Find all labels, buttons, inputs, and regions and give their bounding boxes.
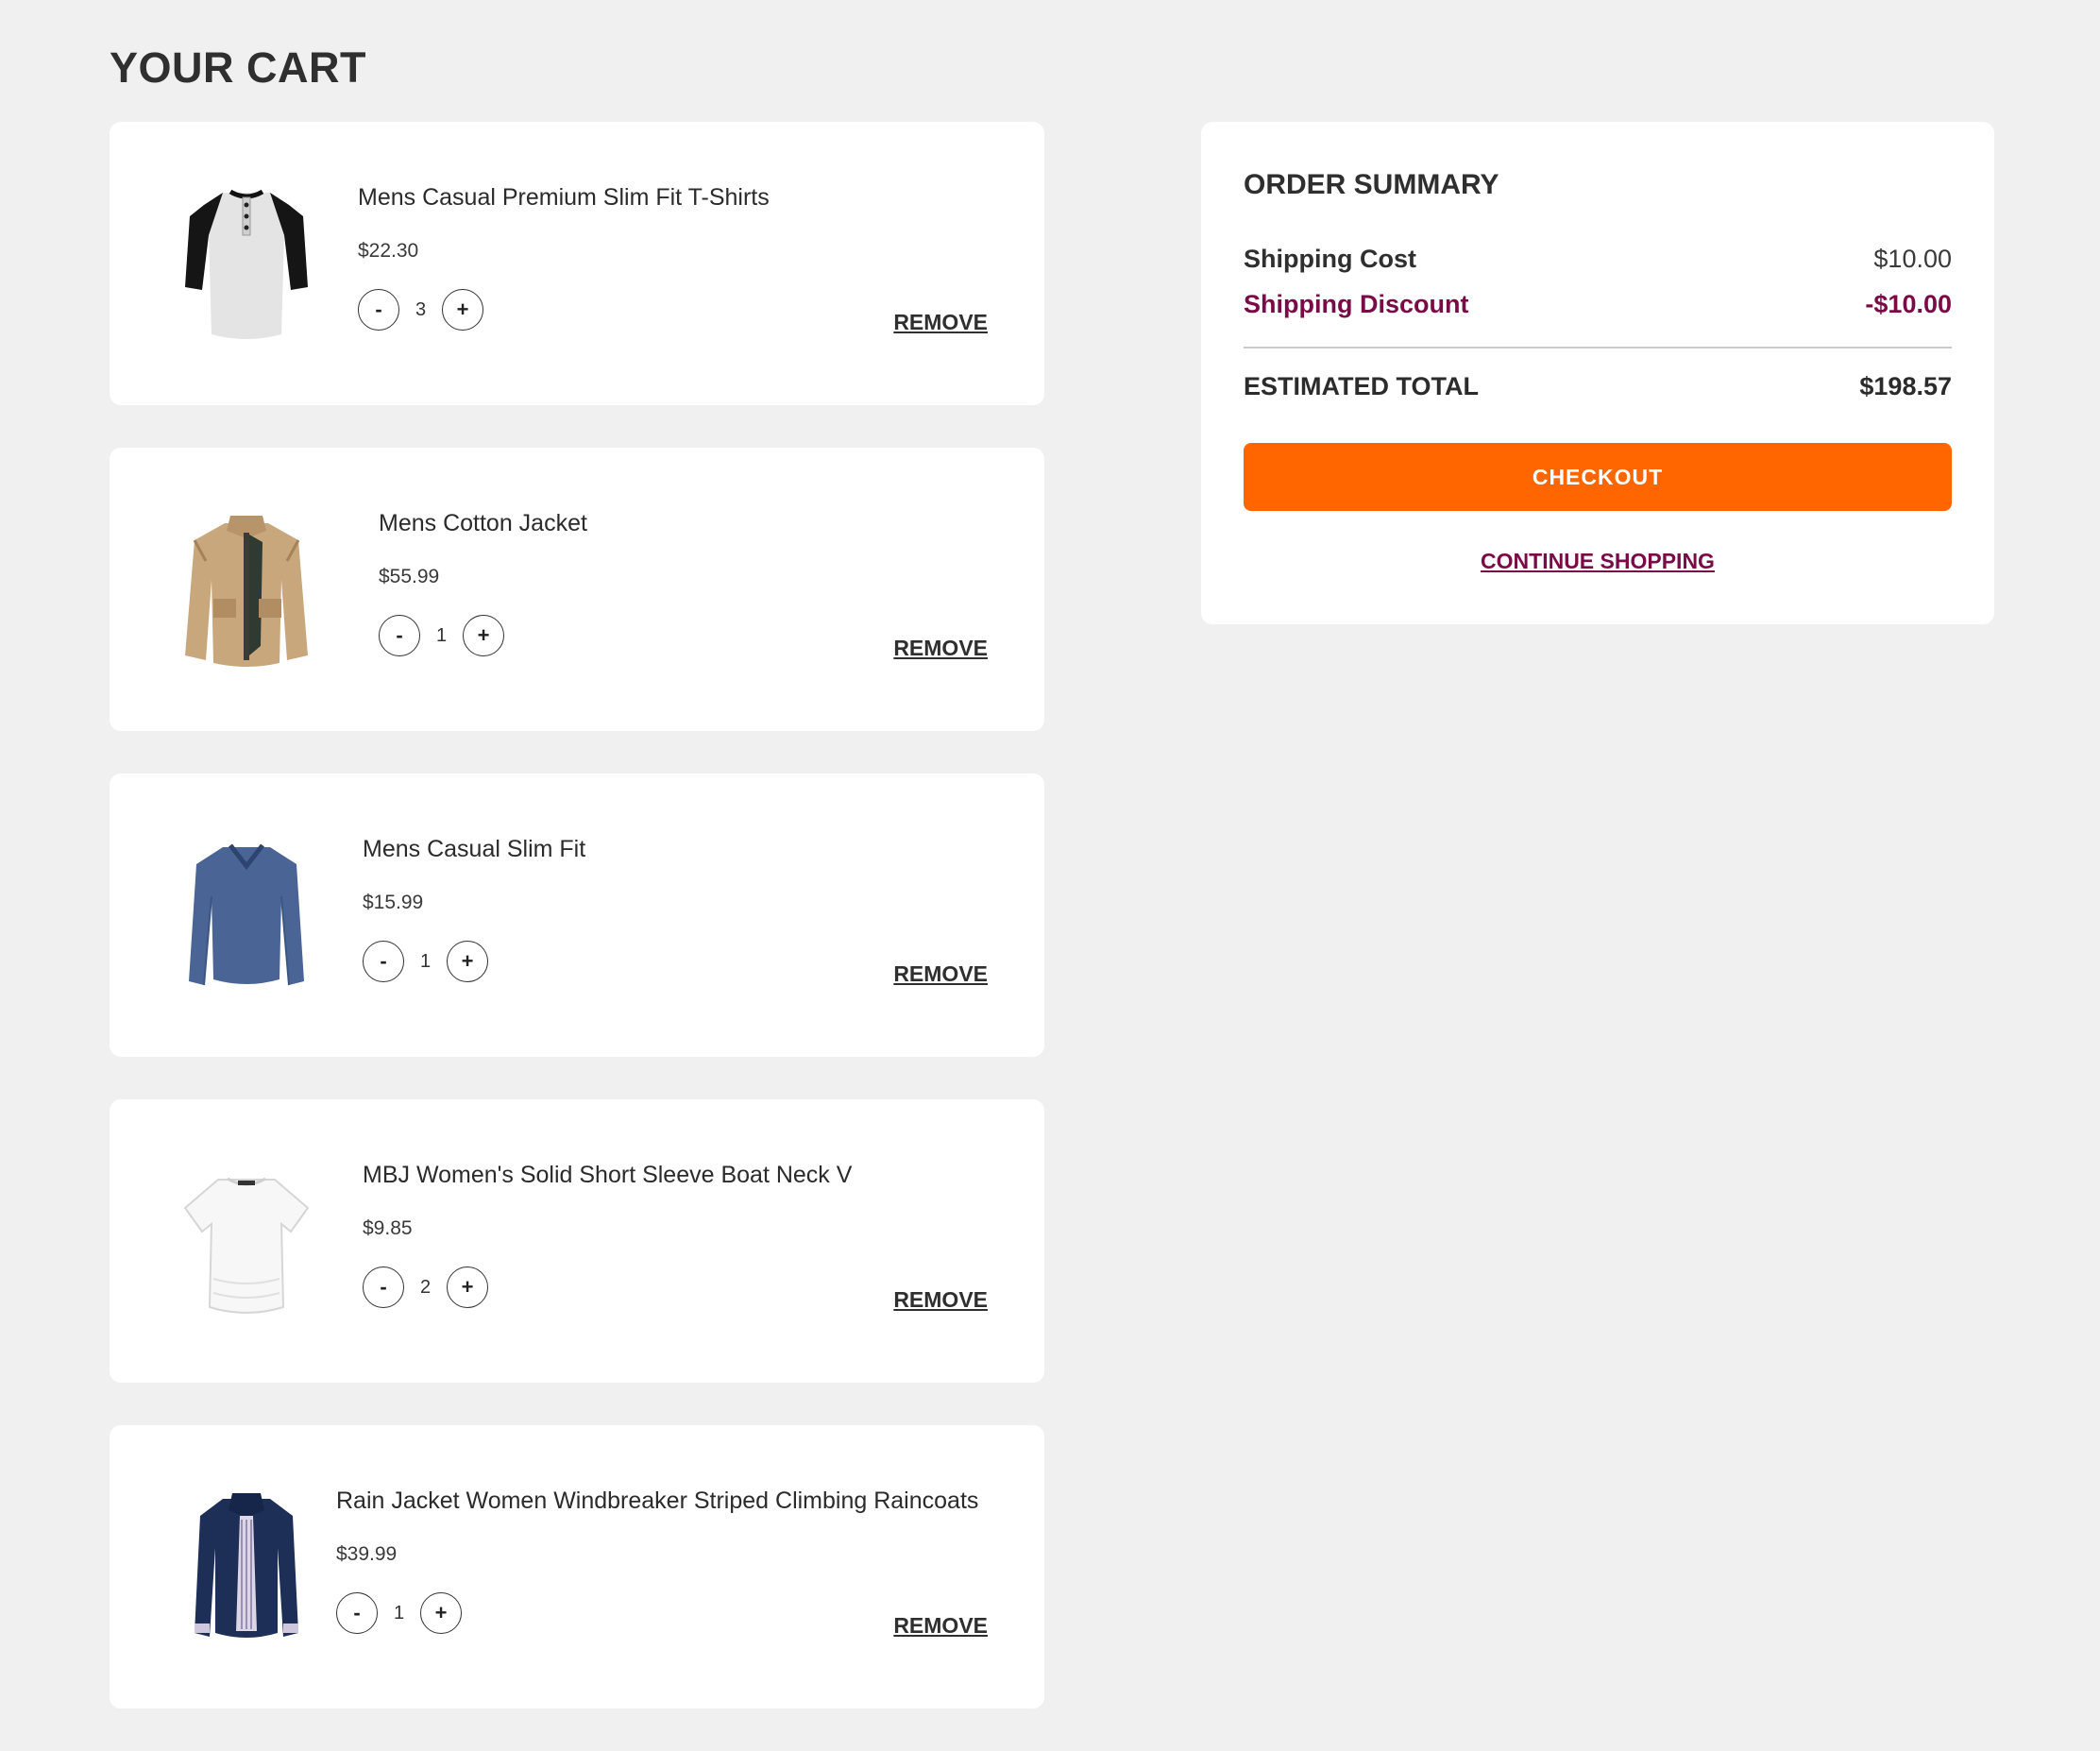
item-info: Mens Casual Premium Slim Fit T-Shirts $2… (358, 184, 770, 331)
estimated-total-label: ESTIMATED TOTAL (1244, 372, 1479, 400)
quantity-stepper: - 3 + (358, 289, 770, 331)
order-summary: ORDER SUMMARY Shipping Cost $10.00 Shipp… (1201, 122, 1994, 624)
page-title: YOUR CART (110, 43, 366, 92)
womens-tee-icon[interactable] (176, 1156, 317, 1326)
shipping-discount-label: Shipping Discount (1244, 290, 1469, 318)
cart-item: Rain Jacket Women Windbreaker Striped Cl… (110, 1425, 1044, 1708)
decrease-quantity-button[interactable]: - (363, 1266, 404, 1308)
item-price: $9.85 (363, 1217, 413, 1239)
decrease-quantity-button[interactable]: - (336, 1592, 378, 1634)
item-price: $55.99 (379, 566, 440, 587)
increase-quantity-button[interactable]: + (463, 615, 504, 656)
remove-button[interactable]: REMOVE (893, 1287, 988, 1313)
item-name: Mens Casual Slim Fit (363, 836, 586, 862)
increase-quantity-button[interactable]: + (447, 1266, 488, 1308)
order-summary-title: ORDER SUMMARY (1244, 169, 1499, 200)
decrease-quantity-button[interactable]: - (379, 615, 420, 656)
long-sleeve-shirt-icon[interactable] (176, 830, 317, 1000)
cart-item: Mens Casual Premium Slim Fit T-Shirts $2… (110, 122, 1044, 405)
increase-quantity-button[interactable]: + (447, 941, 488, 982)
item-name: Mens Casual Premium Slim Fit T-Shirts (358, 184, 770, 211)
quantity-value: 1 (393, 1602, 405, 1624)
shipping-cost-row: Shipping Cost $10.00 (1244, 245, 1952, 274)
item-info: Mens Cotton Jacket $55.99 - 1 + (379, 510, 587, 656)
increase-quantity-button[interactable]: + (442, 289, 483, 331)
increase-quantity-button[interactable]: + (420, 1592, 462, 1634)
estimated-total-value: $198.57 (1859, 372, 1952, 400)
item-info: Rain Jacket Women Windbreaker Striped Cl… (336, 1488, 978, 1634)
raglan-henley-shirt-icon[interactable] (176, 178, 317, 348)
decrease-quantity-button[interactable]: - (358, 289, 399, 331)
quantity-value: 1 (435, 624, 448, 646)
rain-jacket-icon[interactable] (176, 1482, 317, 1652)
item-name: MBJ Women's Solid Short Sleeve Boat Neck… (363, 1162, 853, 1188)
cart-item: MBJ Women's Solid Short Sleeve Boat Neck… (110, 1099, 1044, 1383)
estimated-total-row: ESTIMATED TOTAL $198.57 (1244, 372, 1952, 401)
quantity-value: 3 (415, 298, 427, 320)
quantity-value: 1 (419, 950, 432, 972)
decrease-quantity-button[interactable]: - (363, 941, 404, 982)
shipping-cost-label: Shipping Cost (1244, 245, 1416, 273)
cart-list: Mens Casual Premium Slim Fit T-Shirts $2… (110, 122, 1044, 1751)
quantity-value: 2 (419, 1276, 432, 1298)
remove-button[interactable]: REMOVE (893, 310, 988, 335)
checkout-button[interactable]: CHECKOUT (1244, 443, 1952, 511)
cotton-jacket-icon[interactable] (176, 504, 317, 674)
item-info: MBJ Women's Solid Short Sleeve Boat Neck… (363, 1162, 852, 1308)
cart-item: Mens Cotton Jacket $55.99 - 1 + REMOVE (110, 448, 1044, 731)
quantity-stepper: - 1 + (379, 615, 587, 656)
item-price: $39.99 (336, 1543, 398, 1565)
shipping-cost-value: $10.00 (1873, 245, 1952, 273)
remove-button[interactable]: REMOVE (893, 636, 988, 661)
shipping-discount-value: -$10.00 (1865, 290, 1952, 318)
item-name: Mens Cotton Jacket (379, 510, 587, 536)
item-price: $15.99 (363, 892, 424, 913)
continue-shopping-link[interactable]: CONTINUE SHOPPING (1201, 549, 1994, 574)
remove-button[interactable]: REMOVE (893, 1613, 988, 1639)
shipping-discount-row: Shipping Discount -$10.00 (1244, 290, 1952, 319)
quantity-stepper: - 1 + (363, 941, 585, 982)
quantity-stepper: - 1 + (336, 1592, 978, 1634)
item-price: $22.30 (358, 240, 419, 262)
summary-divider (1244, 347, 1952, 348)
remove-button[interactable]: REMOVE (893, 961, 988, 987)
quantity-stepper: - 2 + (363, 1266, 852, 1308)
item-info: Mens Casual Slim Fit $15.99 - 1 + (363, 836, 585, 982)
cart-item: Mens Casual Slim Fit $15.99 - 1 + REMOVE (110, 774, 1044, 1057)
item-name: Rain Jacket Women Windbreaker Striped Cl… (336, 1488, 979, 1514)
